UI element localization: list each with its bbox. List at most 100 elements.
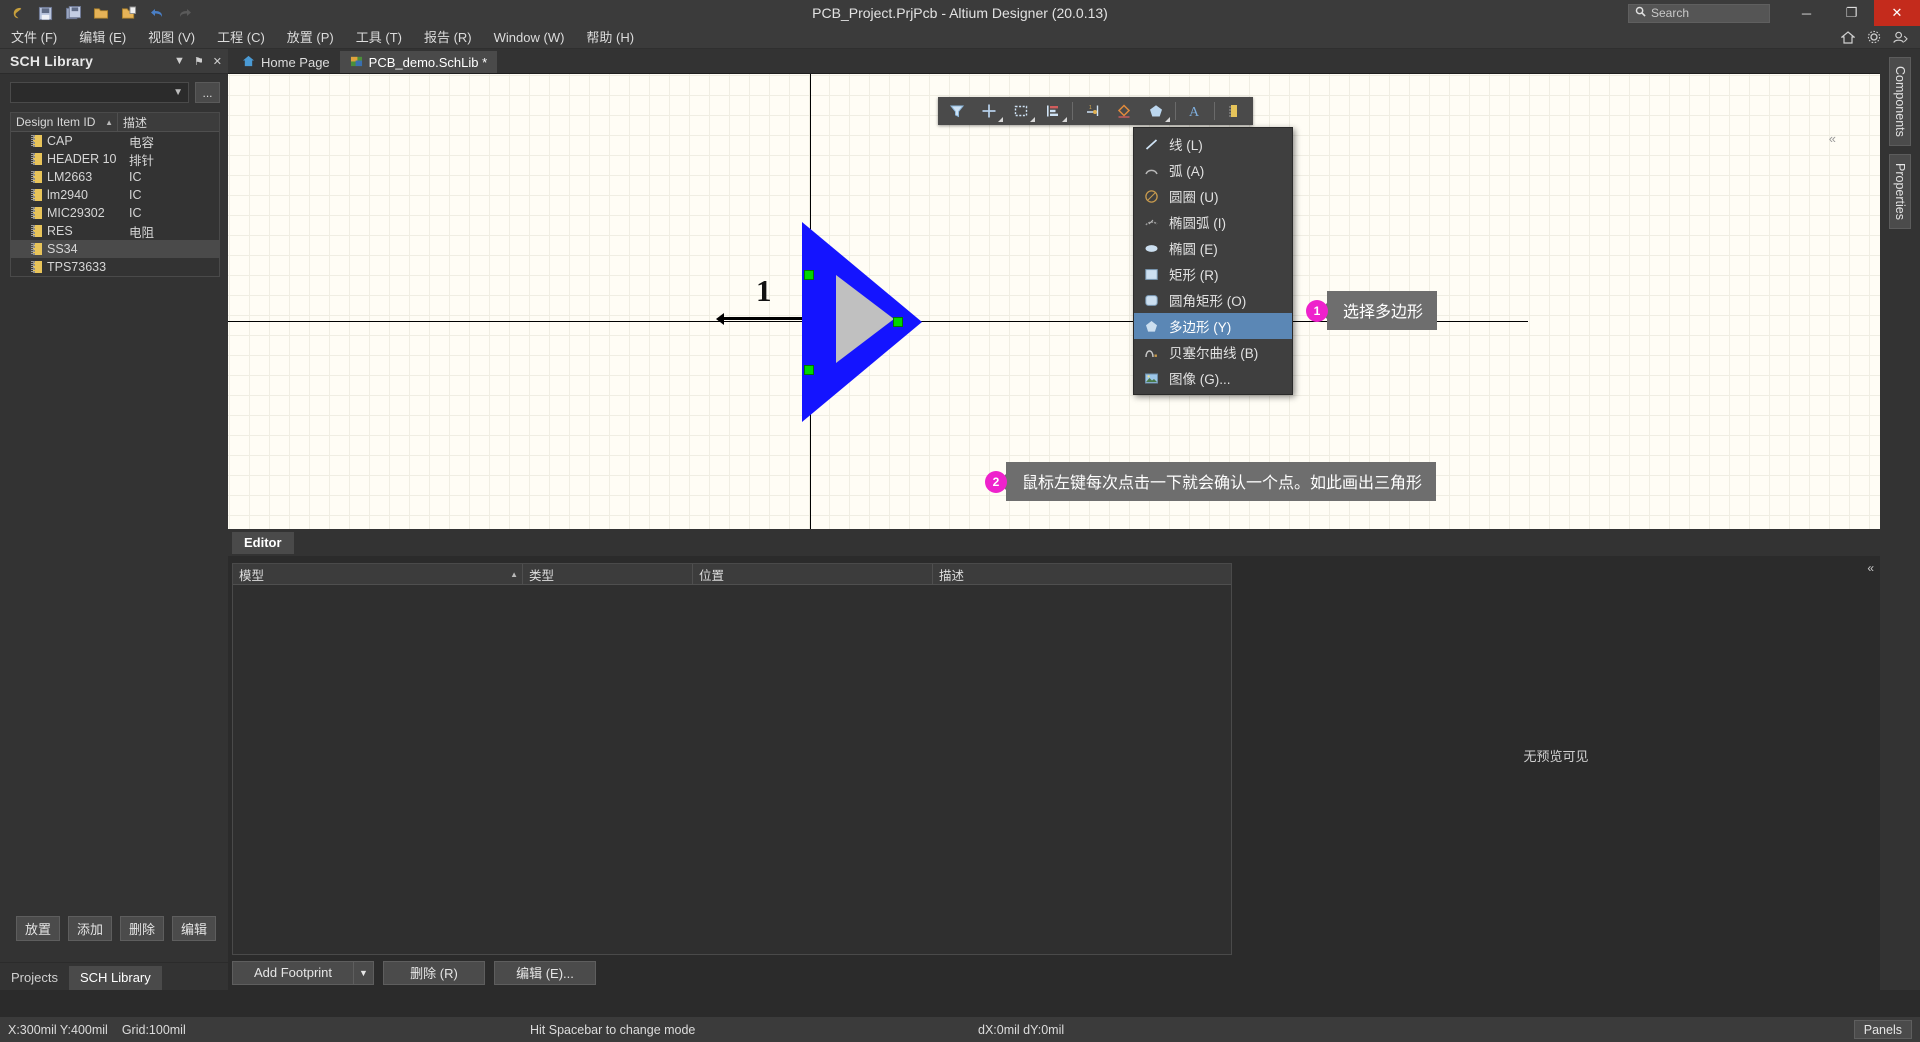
list-item[interactable]: TPS73633 (11, 258, 219, 276)
callout-badge: 2 (985, 470, 1007, 493)
menu-view[interactable]: 视图 (V) (137, 26, 206, 49)
menu-item-label: 弧 (A) (1169, 164, 1205, 179)
edit-button[interactable]: 编辑 (172, 915, 216, 941)
menu-item-line[interactable]: 线 (L) (1134, 131, 1292, 157)
sort-ascending-icon: ▲ (105, 117, 113, 127)
column-header-model[interactable]: 模型 ▲ (233, 563, 523, 585)
vertex-handle-top[interactable] (804, 270, 814, 280)
dock-tab-components[interactable]: Components (1889, 57, 1911, 146)
menu-item-ellipse[interactable]: 椭圆 (E) (1134, 235, 1292, 261)
gear-icon[interactable] (1866, 29, 1882, 45)
menu-bar: 文件 (F) 编辑 (E) 视图 (V) 工程 (C) 放置 (P) 工具 (T… (0, 26, 1920, 49)
open-folder-icon[interactable] (88, 2, 114, 24)
delete-button[interactable]: 删除 (120, 915, 164, 941)
search-input[interactable]: Search (1628, 3, 1770, 23)
place-pin-icon[interactable]: 1 (1077, 99, 1107, 123)
column-header-type[interactable]: 类型 (523, 563, 693, 585)
menu-help[interactable]: 帮助 (H) (575, 26, 645, 49)
menu-item-circle[interactable]: 圆圈 (U) (1134, 183, 1292, 209)
menu-item-image[interactable]: 图像 (G)... (1134, 365, 1292, 391)
column-header-description[interactable]: 描述 (118, 114, 147, 131)
tab-home-page[interactable]: Home Page (232, 51, 340, 73)
panel-header-buttons: ▼ ⚑ ✕ (174, 55, 222, 68)
edit-model-button[interactable]: 编辑 (E)... (494, 960, 596, 985)
list-item-description: IC (129, 206, 142, 220)
menu-reports[interactable]: 报告 (R) (413, 26, 483, 49)
column-header-description[interactable]: 描述 (933, 564, 1231, 585)
tab-sch-library[interactable]: SCH Library (68, 966, 162, 990)
place-button[interactable]: 放置 (16, 915, 60, 941)
menu-place[interactable]: 放置 (P) (276, 26, 345, 49)
minimize-button[interactable]: ─ (1784, 0, 1829, 26)
menu-project[interactable]: 工程 (C) (206, 26, 276, 49)
list-item-description: IC (129, 170, 142, 184)
menu-edit[interactable]: 编辑 (E) (68, 26, 137, 49)
menu-file[interactable]: 文件 (F) (0, 26, 68, 49)
home-icon[interactable] (1840, 29, 1856, 45)
pin-icon[interactable]: ⚑ (194, 55, 204, 68)
menu-item-bezier-curve[interactable]: 贝塞尔曲线 (B) (1134, 339, 1292, 365)
place-text-icon[interactable]: A (1180, 99, 1210, 123)
tab-pcb-demo-schlib[interactable]: PCB_demo.SchLib * (339, 51, 498, 73)
place-line-icon[interactable] (1109, 99, 1139, 123)
select-rectangle-icon[interactable] (1006, 99, 1036, 123)
chevron-down-icon[interactable]: ▼ (174, 55, 185, 67)
component-icon (31, 171, 42, 183)
list-item[interactable]: RES 电阻 (11, 222, 219, 240)
menu-item-polygon[interactable]: 多边形 (Y) (1134, 313, 1292, 339)
align-icon[interactable] (1038, 99, 1068, 123)
list-item[interactable]: CAP 电容 (11, 132, 219, 150)
place-polygon-icon[interactable] (1141, 99, 1171, 123)
add-button[interactable]: 添加 (68, 915, 112, 941)
maximize-restore-button[interactable]: ❐ (1829, 0, 1874, 26)
altium-logo-icon[interactable] (4, 2, 30, 24)
menu-item-label: 贝塞尔曲线 (B) (1169, 346, 1259, 361)
active-bar-toolbar: 1 A (938, 97, 1253, 125)
add-footprint-button[interactable]: Add Footprint (232, 960, 354, 985)
tab-editor[interactable]: Editor (232, 531, 294, 554)
menu-item-arc[interactable]: 弧 (A) (1134, 157, 1292, 183)
save-all-icon[interactable] (60, 2, 86, 24)
panels-button[interactable]: Panels (1853, 1020, 1912, 1039)
vertex-handle-right[interactable] (893, 317, 903, 327)
tab-projects[interactable]: Projects (0, 966, 69, 990)
dock-tab-properties[interactable]: Properties (1889, 153, 1911, 229)
list-item[interactable]: lm2940 IC (11, 186, 219, 204)
delete-model-button[interactable]: 删除 (R) (383, 960, 485, 985)
undo-icon[interactable] (144, 2, 170, 24)
list-item[interactable]: HEADER 10 排针 (11, 150, 219, 168)
callout-text: 选择多边形 (1327, 291, 1438, 330)
menu-item-rounded-rectangle[interactable]: 圆角矩形 (O) (1134, 287, 1292, 313)
list-item[interactable]: SS34 (11, 240, 219, 258)
open-project-icon[interactable] (116, 2, 142, 24)
close-icon[interactable]: ✕ (213, 55, 222, 68)
column-header-design-item-id[interactable]: Design Item ID ▲ (11, 112, 118, 132)
canvas-collapse-icon[interactable]: « (1829, 131, 1836, 146)
column-header-location[interactable]: 位置 (693, 563, 933, 585)
place-component-icon[interactable] (1219, 99, 1249, 123)
menu-window[interactable]: Window (W) (483, 26, 576, 49)
model-panel-collapse-icon[interactable]: « (1867, 561, 1874, 575)
add-footprint-dropdown-arrow[interactable]: ▼ (354, 960, 374, 985)
status-coordinates: X:300mil Y:400mil (8, 1022, 108, 1037)
menu-tools[interactable]: 工具 (T) (345, 26, 413, 49)
column-label: Design Item ID (16, 115, 96, 129)
user-icon[interactable] (1892, 29, 1908, 45)
list-item[interactable]: LM2663 IC (11, 168, 219, 186)
close-button[interactable]: ✕ (1874, 0, 1920, 26)
design-item-list: CAP 电容 HEADER 10 排针 LM2663 IC lm2940 IC MIC29302… (11, 132, 219, 276)
save-icon[interactable] (32, 2, 58, 24)
list-item-name: HEADER 10 (47, 152, 117, 166)
menu-item-rectangle[interactable]: 矩形 (R) (1134, 261, 1292, 287)
callout-annotation-1: 1 选择多边形 (1306, 291, 1438, 330)
crosshair-place-icon[interactable] (974, 99, 1004, 123)
list-item[interactable]: MIC29302 IC (11, 204, 219, 222)
vertex-handle-bottom[interactable] (804, 365, 814, 375)
library-filter-combo[interactable]: ▼ (10, 82, 189, 103)
schematic-canvas[interactable]: 1 (228, 73, 1880, 529)
library-browse-button[interactable]: ... (195, 82, 220, 103)
component-icon (31, 153, 42, 165)
menu-item-elliptical-arc[interactable]: 椭圆弧 (I) (1134, 209, 1292, 235)
filter-icon[interactable] (942, 99, 972, 123)
list-item-description: 电阻 (129, 225, 155, 240)
